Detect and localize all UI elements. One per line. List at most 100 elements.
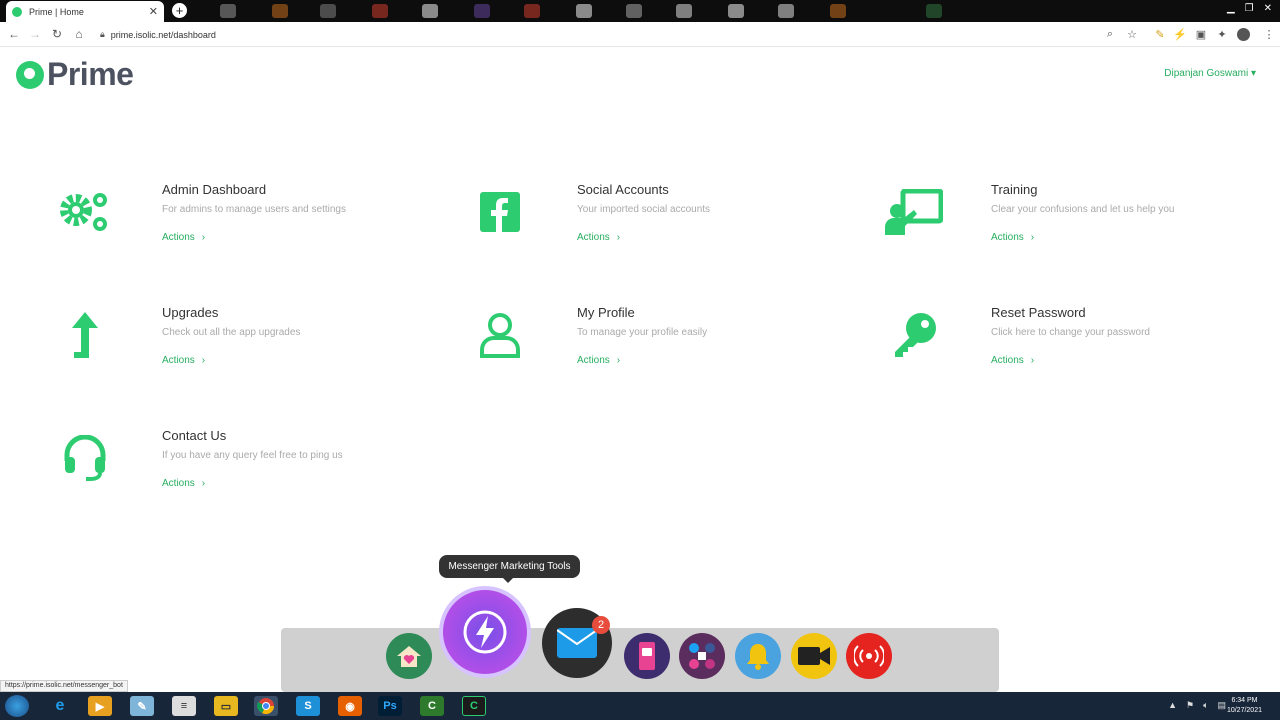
browser-tab[interactable]: Prime | Home ✕ <box>6 1 164 22</box>
teacher-board-icon <box>884 182 944 242</box>
clock-date: 10/27/2021 <box>1226 707 1262 714</box>
home-heart-icon[interactable] <box>386 633 432 679</box>
card-training: Training Clear your confusions and let u… <box>884 182 1264 262</box>
media-player-icon[interactable]: ▶ <box>88 696 112 716</box>
chevron-right-icon: › <box>201 478 206 489</box>
card-actions-link[interactable]: Actions › <box>991 355 1034 366</box>
skype-icon[interactable]: S <box>296 696 320 716</box>
chevron-right-icon: › <box>616 232 621 243</box>
document-icon[interactable]: ≡ <box>172 696 196 716</box>
status-bar-url: https://prime.isolic.net/messenger_bot <box>0 680 128 692</box>
card-actions-link[interactable]: Actions › <box>162 232 205 243</box>
card-reset-password: Reset Password Click here to change your… <box>884 305 1264 385</box>
notification-badge: 2 <box>592 616 610 634</box>
card-contact-us: Contact Us If you have any query feel fr… <box>55 428 435 508</box>
card-description: Clear your confusions and let us help yo… <box>991 204 1175 215</box>
menu-icon[interactable]: ⋮ <box>1262 28 1276 41</box>
sms-phone-icon[interactable] <box>624 633 670 679</box>
chevron-right-icon: › <box>201 355 206 366</box>
logo-text: Prime <box>47 56 134 92</box>
windows-taskbar: e ▶ ✎ ≡ ▭ S ◉ Ps C C ▲ ⚑ 🔈︎ ▤ 6:34 PM 10… <box>0 692 1280 720</box>
bell-icon[interactable] <box>735 633 781 679</box>
firefox-icon[interactable]: ◉ <box>338 696 362 716</box>
taskbar-clock[interactable]: 6:34 PM 10/27/2021 <box>1227 696 1262 716</box>
extension-icon[interactable]: ✎ <box>1153 28 1167 41</box>
restore-icon[interactable]: ❐ <box>1245 3 1254 14</box>
card-my-profile: My Profile To manage your profile easily… <box>470 305 850 385</box>
close-tab-icon[interactable]: ✕ <box>149 5 158 18</box>
card-admin-dashboard: Admin Dashboard For admins to manage use… <box>55 182 435 262</box>
lock-icon: 🔒︎ <box>100 29 105 39</box>
favicon-icon <box>12 6 22 17</box>
back-icon[interactable]: ← <box>7 27 21 41</box>
window-controls: ▁ ❐ ✕ <box>1227 3 1272 14</box>
card-description: Click here to change your password <box>991 327 1150 338</box>
card-description: Check out all the app upgrades <box>162 327 301 338</box>
thumbnail-icon <box>728 4 744 18</box>
chrome-icon[interactable] <box>254 696 278 716</box>
card-actions-link[interactable]: Actions › <box>577 232 620 243</box>
camtasia-recorder-icon[interactable]: C <box>462 696 486 716</box>
address-bar[interactable]: 🔒︎ prime.isolic.net/dashboard <box>100 25 1130 44</box>
actions-label: Actions <box>162 478 195 489</box>
puzzle-icon[interactable]: ✦ <box>1215 28 1229 41</box>
flag-icon[interactable]: ⚑ <box>1186 700 1194 711</box>
thumbnail-icon <box>778 4 794 18</box>
chevron-right-icon: › <box>1030 355 1035 366</box>
volume-icon[interactable]: 🔈︎ <box>1203 700 1208 711</box>
zoom-icon[interactable]: ⌕ <box>1103 28 1117 41</box>
minimize-icon[interactable]: ▁ <box>1227 3 1235 14</box>
chevron-right-icon: › <box>201 232 206 243</box>
reload-icon[interactable]: ↻ <box>50 27 64 41</box>
network-icon[interactable]: ▤ <box>1217 700 1226 711</box>
browser-toolbar: ← → ↻ ⌂ 🔒︎ prime.isolic.net/dashboard ⌕ … <box>0 22 1280 47</box>
live-broadcast-icon[interactable] <box>846 633 892 679</box>
key-icon <box>884 305 944 365</box>
notepad-icon[interactable]: ✎ <box>130 696 154 716</box>
tray-arrow-icon[interactable]: ▲ <box>1168 700 1177 711</box>
extension-icon[interactable]: ▣ <box>1194 28 1208 41</box>
email-icon[interactable]: 2 <box>542 608 612 678</box>
facebook-icon <box>470 182 530 242</box>
actions-label: Actions <box>162 232 195 243</box>
card-description: Your imported social accounts <box>577 204 711 215</box>
clock-time: 6:34 PM <box>1231 697 1258 704</box>
thumbnail-icon <box>422 4 438 18</box>
file-explorer-icon[interactable]: ▭ <box>214 696 238 716</box>
extension-icon[interactable]: ⚡ <box>1173 28 1187 41</box>
thumbnail-icon <box>926 4 942 18</box>
thumbnail-icon <box>576 4 592 18</box>
actions-label: Actions <box>991 355 1024 366</box>
thumbnail-icon <box>272 4 288 18</box>
forward-icon[interactable]: → <box>28 27 42 41</box>
user-menu[interactable]: Dipanjan Goswami ▾ <box>1164 68 1256 79</box>
card-title: Training <box>991 182 1038 197</box>
windows-start-icon[interactable] <box>5 695 29 717</box>
video-camera-icon[interactable] <box>791 633 837 679</box>
close-window-icon[interactable]: ✕ <box>1264 3 1272 14</box>
internet-explorer-icon[interactable]: e <box>48 696 72 716</box>
browser-tab-bar: Prime | Home ✕ + ▁ ❐ ✕ <box>0 0 1280 22</box>
logo[interactable]: Prime <box>16 56 134 93</box>
thumbnail-icon <box>626 4 642 18</box>
thumbnail-icon <box>220 4 236 18</box>
profile-avatar[interactable] <box>1237 28 1250 41</box>
card-actions-link[interactable]: Actions › <box>991 232 1034 243</box>
actions-label: Actions <box>162 355 195 366</box>
arrow-up-icon <box>55 305 115 365</box>
card-actions-link[interactable]: Actions › <box>577 355 620 366</box>
messenger-bolt-icon[interactable] <box>439 586 531 678</box>
camtasia-icon[interactable]: C <box>420 696 444 716</box>
bookmark-star-icon[interactable]: ☆ <box>1125 28 1139 41</box>
card-actions-link[interactable]: Actions › <box>162 355 205 366</box>
social-media-icon[interactable] <box>679 633 725 679</box>
user-icon <box>470 305 530 365</box>
caret-down-icon: ▾ <box>1250 68 1256 79</box>
new-tab-button[interactable]: + <box>172 3 187 18</box>
photoshop-icon[interactable]: Ps <box>378 696 402 716</box>
card-actions-link[interactable]: Actions › <box>162 478 205 489</box>
system-tray: ▲ ⚑ 🔈︎ ▤ <box>1168 700 1226 711</box>
card-title: My Profile <box>577 305 635 320</box>
home-icon[interactable]: ⌂ <box>72 27 86 41</box>
chevron-right-icon: › <box>616 355 621 366</box>
